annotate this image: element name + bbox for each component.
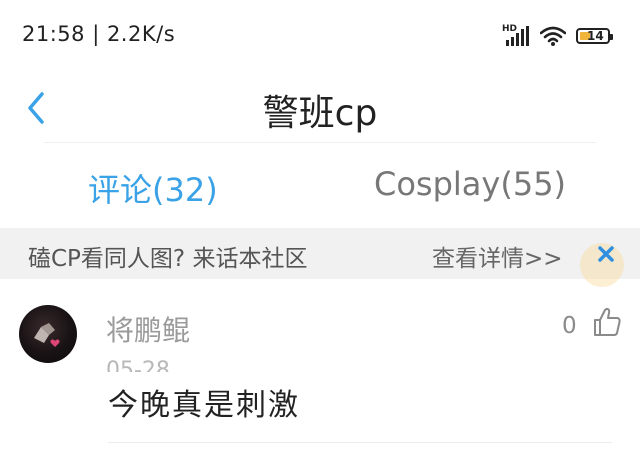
banner-text: 磕CP看同人图? 来话本社区 bbox=[28, 246, 308, 272]
battery-level: 14 bbox=[587, 29, 604, 43]
thumbs-up-icon bbox=[594, 308, 621, 336]
like-count: 0 bbox=[562, 313, 577, 339]
comment-divider bbox=[108, 442, 612, 443]
page-title: 警班cp bbox=[262, 93, 378, 134]
avatar[interactable] bbox=[19, 305, 77, 363]
comment-text: 今晚真是刺激 bbox=[108, 388, 300, 423]
tab-cosplay[interactable]: Cosplay(55) bbox=[374, 165, 566, 203]
like-button[interactable] bbox=[592, 306, 622, 338]
header-divider bbox=[44, 142, 596, 143]
banner-close-button[interactable] bbox=[592, 240, 620, 268]
banner-detail-link[interactable]: 查看详情>> bbox=[432, 239, 563, 273]
signal-icon: HD bbox=[502, 25, 530, 47]
tab-comments[interactable]: 评论(32) bbox=[88, 165, 218, 211]
battery-icon: 14 bbox=[576, 28, 613, 44]
comment-date: 05-28 bbox=[106, 358, 170, 372]
status-icons: HD 14 bbox=[502, 24, 613, 48]
close-icon bbox=[598, 246, 614, 262]
comment-username[interactable]: 将鹏鲲 bbox=[106, 309, 190, 349]
wifi-icon bbox=[540, 26, 566, 46]
status-time: 21:58 | 2.2K/s bbox=[22, 22, 176, 46]
